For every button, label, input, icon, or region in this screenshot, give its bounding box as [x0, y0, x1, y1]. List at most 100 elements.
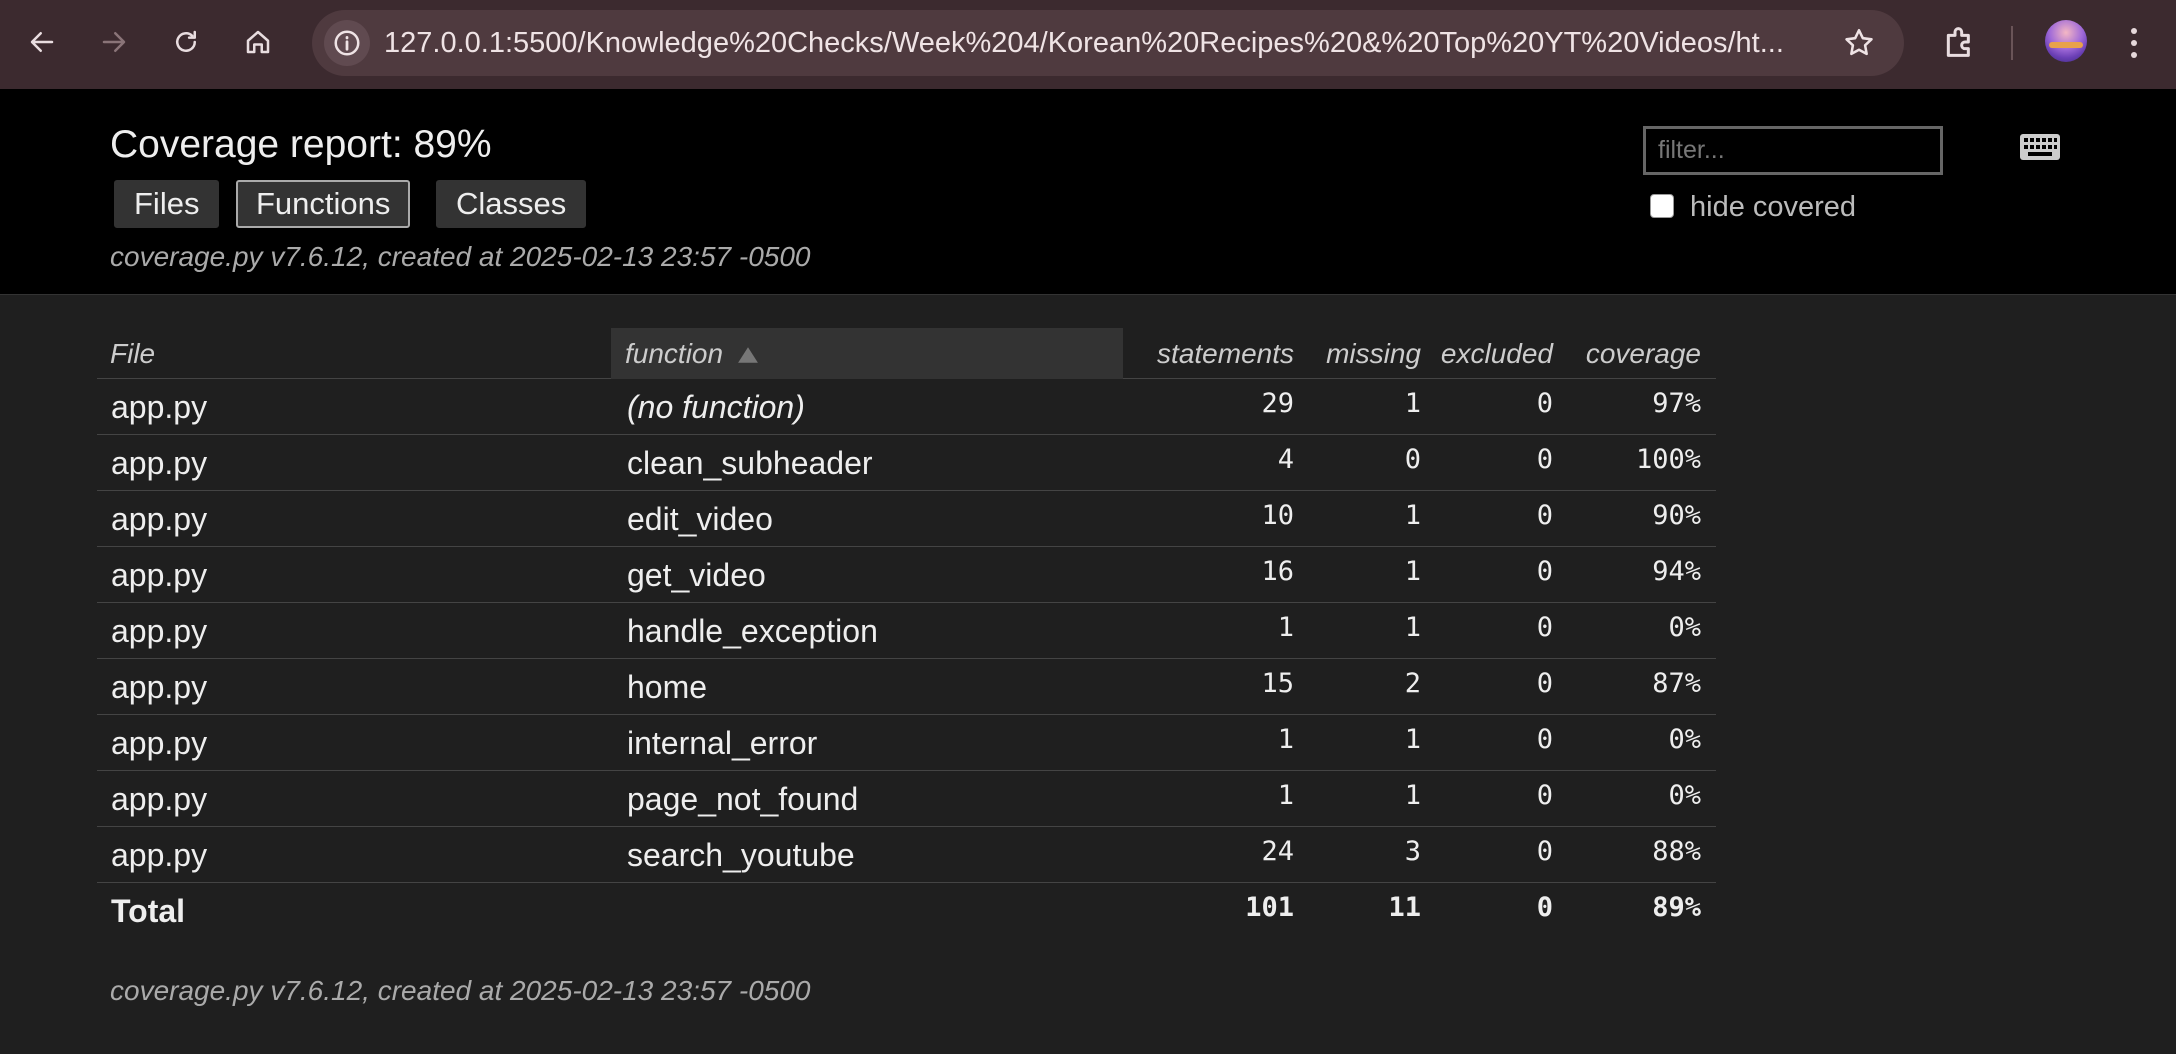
cell-missing: 1: [1404, 388, 1421, 419]
cell-excluded: 0: [1536, 836, 1553, 867]
footer-meta: coverage.py v7.6.12, created at 2025-02-…: [110, 975, 811, 1006]
column-header-excluded[interactable]: excluded: [1433, 328, 1553, 379]
site-info-icon[interactable]: [324, 20, 370, 66]
cell-file[interactable]: app.py: [111, 435, 591, 491]
cell-excluded: 0: [1536, 388, 1553, 419]
cell-function[interactable]: internal_error: [627, 715, 1117, 771]
cell-function[interactable]: clean_subheader: [627, 435, 1117, 491]
cell-statements: 1: [1277, 780, 1294, 811]
cell-statements: 10: [1261, 500, 1294, 531]
cell-function[interactable]: edit_video: [627, 491, 1117, 547]
address-bar[interactable]: 127.0.0.1:5500/Knowledge%20Checks/Week%2…: [312, 10, 1904, 76]
column-header-coverage[interactable]: coverage: [1567, 328, 1701, 379]
table-header: File function statements missing exclude…: [97, 328, 1716, 379]
cell-function[interactable]: handle_exception: [627, 603, 1117, 659]
profile-avatar[interactable]: [2045, 20, 2087, 62]
cell-missing: 1: [1404, 500, 1421, 531]
cell-function[interactable]: get_video: [627, 547, 1117, 603]
created-meta: coverage.py v7.6.12, created at 2025-02-…: [110, 241, 811, 272]
cell-function[interactable]: search_youtube: [627, 827, 1117, 883]
filter-input[interactable]: [1643, 126, 1943, 175]
cell-statements: 1: [1277, 724, 1294, 755]
column-header-function[interactable]: function: [611, 328, 1123, 379]
cell-coverage: 0%: [1668, 612, 1701, 643]
back-arrow-icon[interactable]: [20, 20, 64, 64]
column-header-function-label: function: [625, 338, 724, 369]
table-row[interactable]: app.py page_not_found 1 1 0 0%: [97, 771, 1716, 827]
table-row[interactable]: app.py edit_video 10 1 0 90%: [97, 491, 1716, 547]
toolbar-divider: [2011, 26, 2013, 60]
cell-statements: 1: [1277, 612, 1294, 643]
table-row[interactable]: app.py handle_exception 1 1 0 0%: [97, 603, 1716, 659]
browser-toolbar: 127.0.0.1:5500/Knowledge%20Checks/Week%2…: [0, 0, 2176, 89]
cell-file[interactable]: app.py: [111, 379, 591, 435]
sort-ascending-icon: [737, 347, 758, 363]
cell-statements: 15: [1261, 668, 1294, 699]
home-icon[interactable]: [236, 20, 280, 64]
cell-missing: 2: [1404, 668, 1421, 699]
hide-covered-checkbox[interactable]: [1650, 193, 1674, 218]
cell-coverage: 0%: [1668, 724, 1701, 755]
hide-covered-toggle[interactable]: hide covered: [1650, 187, 1856, 224]
star-icon[interactable]: [1842, 26, 1876, 60]
more-menu-icon[interactable]: [2124, 22, 2144, 64]
table-row[interactable]: app.py (no function) 29 1 0 97%: [97, 379, 1716, 435]
cell-coverage: 90%: [1652, 500, 1701, 531]
cell-file: Total: [111, 893, 186, 929]
cell-coverage: 87%: [1652, 668, 1701, 699]
cell-excluded: 0: [1536, 612, 1553, 643]
cell-coverage: 100%: [1635, 444, 1701, 475]
table-row[interactable]: app.py internal_error 1 1 0 0%: [97, 715, 1716, 771]
page-title: Coverage report: 89%: [110, 123, 492, 166]
report-header: Coverage report: 89% Files Functions Cla…: [0, 89, 2176, 295]
reload-icon[interactable]: [164, 20, 208, 64]
hide-covered-label: hide covered: [1690, 191, 1857, 223]
cell-coverage: 88%: [1652, 836, 1701, 867]
table-row[interactable]: app.py get_video 16 1 0 94%: [97, 547, 1716, 603]
cell-excluded: 0: [1536, 780, 1553, 811]
tab-files[interactable]: Files: [114, 180, 220, 228]
cell-excluded: 0: [1536, 892, 1553, 923]
cell-missing: 11: [1388, 892, 1421, 923]
cell-file[interactable]: app.py: [111, 603, 591, 659]
forward-arrow-icon[interactable]: [92, 20, 136, 64]
table-body: app.py (no function) 29 1 0 97% app.py clean_su…: [97, 379, 1716, 939]
url-text[interactable]: 127.0.0.1:5500/Knowledge%20Checks/Week%2…: [384, 10, 1824, 76]
cell-file[interactable]: app.py: [111, 715, 591, 771]
cell-missing: 0: [1404, 444, 1421, 475]
cell-statements: 4: [1277, 444, 1294, 475]
table-total-row: Total 101 11 0 89%: [97, 883, 1716, 939]
cell-excluded: 0: [1536, 668, 1553, 699]
table-row[interactable]: app.py search_youtube 24 3 0 88%: [97, 827, 1716, 883]
cell-file[interactable]: app.py: [111, 659, 591, 715]
tab-classes[interactable]: Classes: [436, 180, 587, 228]
cell-file[interactable]: app.py: [111, 491, 591, 547]
cell-coverage: 94%: [1652, 556, 1701, 587]
cell-missing: 1: [1404, 612, 1421, 643]
cell-excluded: 0: [1536, 444, 1553, 475]
cell-function[interactable]: (no function): [627, 379, 1117, 435]
cell-missing: 1: [1404, 724, 1421, 755]
column-header-file[interactable]: File: [110, 328, 155, 379]
cell-file[interactable]: app.py: [111, 547, 591, 603]
cell-function[interactable]: home: [627, 659, 1117, 715]
column-header-statements[interactable]: statements: [1132, 328, 1294, 379]
cell-function[interactable]: page_not_found: [627, 771, 1117, 827]
cell-coverage: 0%: [1668, 780, 1701, 811]
cell-excluded: 0: [1536, 556, 1553, 587]
coverage-table: File function statements missing exclude…: [97, 328, 1716, 939]
table-row[interactable]: app.py clean_subheader 4 0 0 100%: [97, 435, 1716, 491]
cell-file[interactable]: app.py: [111, 771, 591, 827]
column-header-missing[interactable]: missing: [1307, 328, 1421, 379]
cell-excluded: 0: [1536, 500, 1553, 531]
cell-file[interactable]: app.py: [111, 827, 591, 883]
cell-statements: 101: [1245, 892, 1294, 923]
cell-missing: 1: [1404, 780, 1421, 811]
cell-missing: 3: [1404, 836, 1421, 867]
keyboard-icon[interactable]: [2020, 134, 2060, 160]
cell-coverage: 89%: [1652, 892, 1701, 923]
table-row[interactable]: app.py home 15 2 0 87%: [97, 659, 1716, 715]
cell-excluded: 0: [1536, 724, 1553, 755]
tab-functions[interactable]: Functions: [236, 180, 411, 228]
extensions-icon[interactable]: [1940, 22, 1980, 62]
